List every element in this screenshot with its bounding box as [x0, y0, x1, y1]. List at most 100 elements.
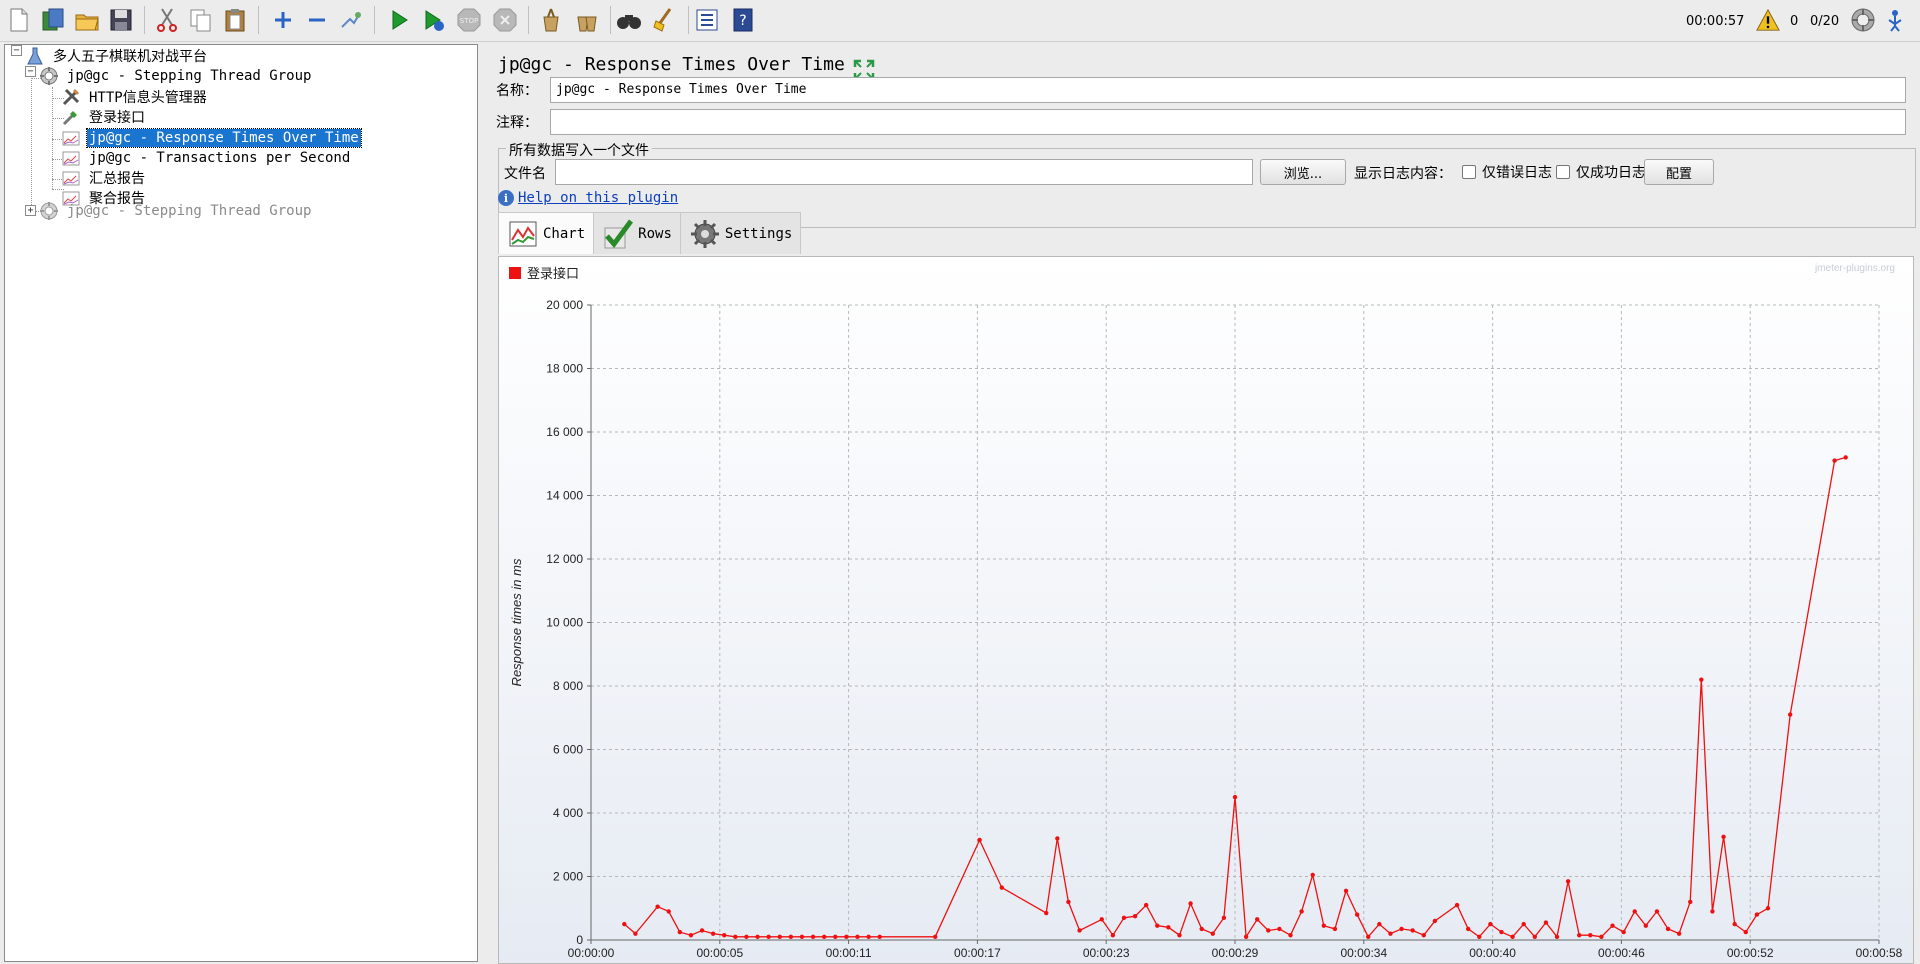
y-tick-label: 12 000	[546, 552, 583, 566]
data-point	[1454, 902, 1460, 908]
data-point	[1510, 934, 1515, 940]
chart-background	[499, 257, 1913, 963]
tree-node-response-times[interactable]: jp@gc - Response Times Over Time	[61, 127, 362, 149]
shutdown-icon[interactable]	[490, 5, 520, 35]
data-point	[1432, 918, 1438, 924]
data-point	[788, 934, 794, 940]
graph-listener-icon	[61, 128, 81, 148]
data-point	[1699, 677, 1704, 682]
collapse-toggle[interactable]: −	[11, 45, 22, 56]
data-point	[1299, 909, 1304, 914]
x-tick-label: 00:00:34	[1340, 946, 1387, 960]
log-viewer-icon[interactable]	[1880, 5, 1910, 35]
errors-only-checkbox[interactable]: 仅错误日志	[1462, 162, 1552, 182]
data-point	[1366, 934, 1371, 940]
x-tick-label: 00:00:05	[696, 946, 743, 960]
success-only-label: 仅成功日志	[1576, 165, 1646, 181]
data-point	[1177, 933, 1182, 938]
thread-group-icon	[39, 66, 59, 86]
collapse-icon[interactable]	[302, 5, 332, 35]
open-icon[interactable]	[72, 5, 102, 35]
tab-chart[interactable]: Chart	[498, 212, 595, 254]
x-tick-label: 00:00:00	[568, 946, 615, 960]
data-point	[1832, 458, 1837, 463]
data-point	[699, 928, 705, 933]
tree-node-test-plan[interactable]: 多人五子棋联机对战平台	[25, 45, 209, 67]
cut-icon[interactable]	[152, 5, 182, 35]
data-point	[1132, 913, 1138, 919]
search-icon[interactable]	[614, 5, 644, 35]
tree-node-label: 登录接口	[89, 110, 145, 126]
tree-node-label: jp@gc - Stepping Thread Group	[67, 203, 312, 219]
data-point	[1665, 926, 1671, 932]
toggle-icon[interactable]	[336, 5, 366, 35]
data-point	[1243, 934, 1249, 940]
save-icon[interactable]	[106, 5, 136, 35]
gear-icon	[690, 219, 719, 248]
tree-node-thread-group-disabled[interactable]: jp@gc - Stepping Thread Group	[39, 200, 313, 222]
warning-icon[interactable]	[1756, 5, 1780, 35]
data-point	[1743, 929, 1748, 935]
collapse-toggle[interactable]: −	[25, 66, 36, 77]
help-link-text: Help on this plugin	[518, 190, 679, 206]
data-point	[677, 929, 683, 935]
x-tick-label: 00:00:40	[1469, 946, 1516, 960]
tab-rows[interactable]: Rows	[593, 212, 681, 254]
test-plan-tree[interactable]: − 多人五子棋联机对战平台 − jp@gc - Stepping Thread …	[4, 44, 478, 962]
name-field[interactable]: jp@gc - Response Times Over Time	[550, 77, 1906, 103]
expand-icon[interactable]	[268, 5, 298, 35]
comment-field[interactable]	[550, 109, 1906, 135]
data-point	[1521, 921, 1526, 927]
reset-search-icon[interactable]	[650, 5, 680, 35]
tree-node-summary-report[interactable]: 汇总报告	[61, 167, 147, 189]
file-output-legend: 所有数据写入一个文件	[506, 140, 652, 160]
y-tick-label: 4 000	[553, 806, 583, 820]
browse-button[interactable]: 浏览...	[1260, 159, 1346, 185]
filename-field[interactable]	[555, 159, 1253, 185]
tab-settings[interactable]: Settings	[679, 212, 802, 254]
data-point	[1632, 909, 1637, 914]
start-no-pause-icon[interactable]	[418, 5, 448, 35]
tree-node-transactions[interactable]: jp@gc - Transactions per Second	[61, 147, 352, 169]
function-helper-icon[interactable]	[692, 5, 722, 35]
response-times-chart: 0 2 000 4 000 6 000 8 000 10 000 12 000 14 000 1…	[499, 257, 1913, 963]
elapsed-time: 00:00:57	[1686, 13, 1745, 29]
clear-icon[interactable]	[536, 5, 566, 35]
paste-icon[interactable]	[220, 5, 250, 35]
data-point	[1377, 921, 1382, 927]
graph-listener-icon	[61, 168, 81, 188]
data-point	[877, 934, 882, 940]
data-point	[1654, 909, 1660, 914]
log-content-label: 显示日志内容：	[1354, 166, 1452, 182]
y-tick-label: 14 000	[546, 489, 583, 503]
templates-icon[interactable]	[38, 5, 68, 35]
data-point	[1066, 899, 1071, 905]
success-only-checkbox[interactable]: 仅成功日志	[1556, 162, 1646, 182]
data-point	[799, 934, 805, 940]
data-point	[1676, 931, 1682, 936]
tree-node-thread-group[interactable]: jp@gc - Stepping Thread Group	[39, 65, 313, 87]
help-plugin-link[interactable]: i Help on this plugin	[498, 190, 678, 206]
tab-label: Chart	[543, 225, 586, 242]
help-icon[interactable]: ?	[728, 5, 758, 35]
start-icon[interactable]	[384, 5, 414, 35]
new-icon[interactable]	[4, 5, 34, 35]
thread-group-icon	[39, 201, 59, 221]
expand-toggle[interactable]: +	[25, 205, 36, 216]
panel-title: jp@gc - Response Times Over Time	[498, 54, 845, 75]
copy-icon[interactable]	[186, 5, 216, 35]
stop-icon[interactable]: STOP	[454, 5, 484, 35]
data-point	[1277, 926, 1282, 932]
data-point	[1688, 899, 1693, 905]
data-point	[866, 934, 871, 940]
configure-button[interactable]: 配置	[1644, 159, 1714, 185]
thread-count: 0/20	[1810, 13, 1840, 29]
data-point	[1565, 879, 1571, 884]
tree-node-login-sampler[interactable]: 登录接口	[61, 106, 147, 128]
clear-all-icon[interactable]	[572, 5, 602, 35]
data-point	[855, 934, 860, 940]
tree-node-header-manager[interactable]: HTTP信息头管理器	[61, 86, 209, 108]
data-point	[844, 934, 849, 940]
data-point	[1477, 934, 1482, 940]
data-point	[622, 921, 627, 927]
